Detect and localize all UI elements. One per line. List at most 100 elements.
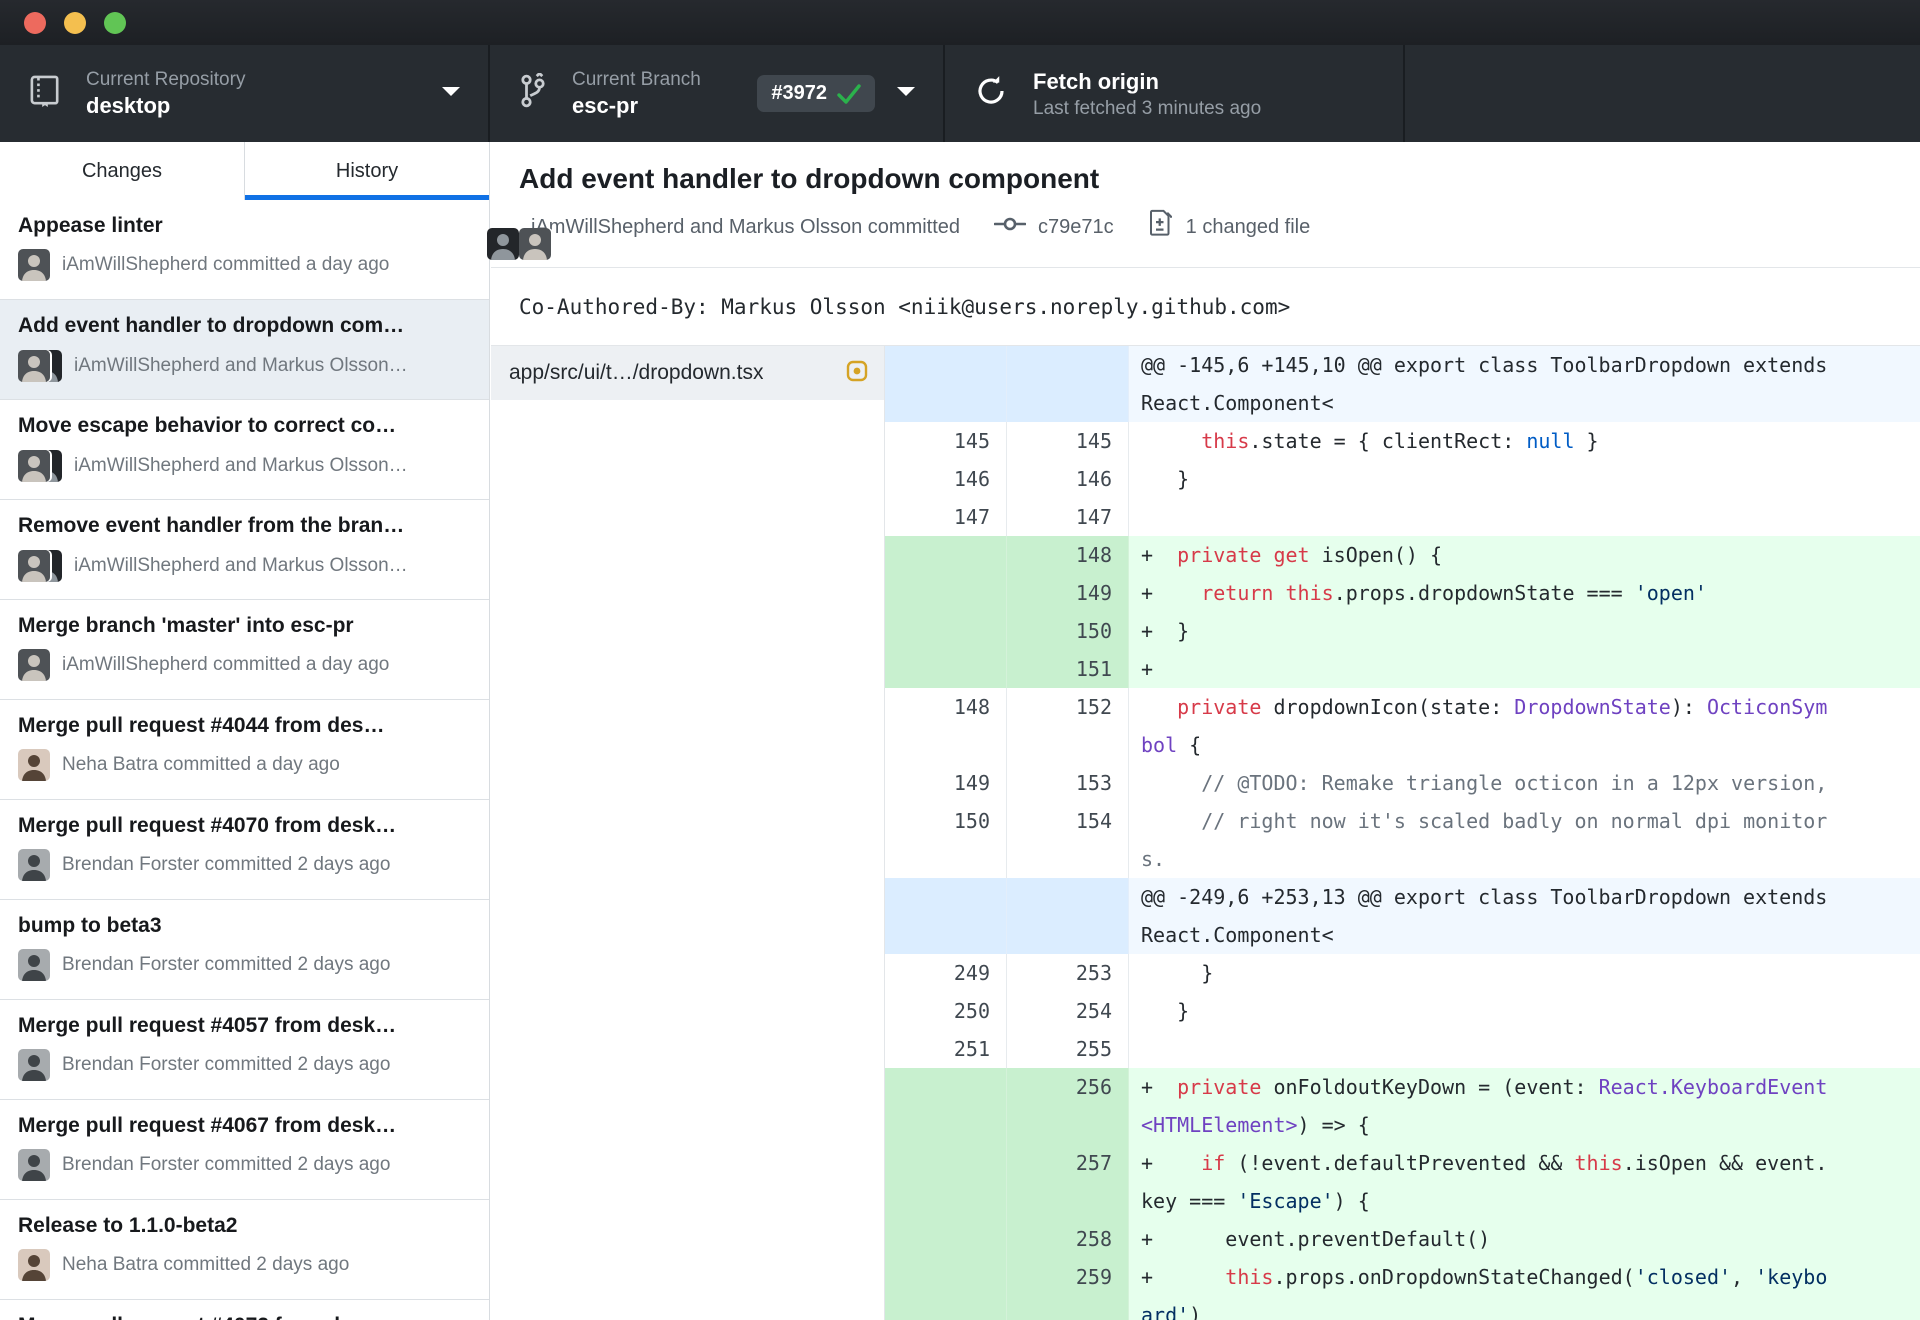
commit-item-title: Merge pull request #4057 from desk…: [18, 1014, 397, 1037]
diff-row: 148 152 private dropdownIcon(state: Dropd…: [885, 688, 1920, 764]
commit-item-byline: iAmWillShepherd and Markus Olsson…: [74, 455, 408, 476]
diff-row: 151 +: [885, 650, 1920, 688]
changed-files-count[interactable]: 1 changed file: [1186, 216, 1311, 239]
code-line: + }: [1129, 612, 1920, 650]
old-line-number: [885, 650, 1007, 688]
old-line-number: [885, 1144, 1007, 1220]
commit-list-item[interactable]: Move escape behavior to correct co… iAmWi…: [0, 400, 489, 500]
commit-list-item[interactable]: Add event handler to dropdown com… iAmWil…: [0, 300, 489, 400]
avatar-secondary: [487, 228, 519, 260]
old-line-number: 148: [885, 688, 1007, 764]
file-row[interactable]: app/src/ui/t…/dropdown.tsx: [491, 346, 884, 400]
old-line-number: 147: [885, 498, 1007, 536]
old-line-number: 146: [885, 460, 1007, 498]
close-button[interactable]: [24, 11, 46, 34]
new-line-number: 256: [1007, 1068, 1129, 1144]
new-line-number: 154: [1007, 802, 1129, 878]
old-line-number: 250: [885, 992, 1007, 1030]
titlebar: [0, 0, 1920, 45]
commit-list-item[interactable]: Release to 1.1.0-beta2 Neha Batra committ…: [0, 1200, 489, 1300]
modified-file-icon: [846, 360, 868, 387]
diff-row: 258 + event.preventDefault(): [885, 1220, 1920, 1258]
diff-row: 149 + return this.props.dropdownState ===…: [885, 574, 1920, 612]
toolbar: Current Repository desktop Current Branc…: [0, 45, 1920, 142]
diff-view: @@ -145,6 +145,10 @@ export class Toolba…: [885, 346, 1920, 1320]
tab-history[interactable]: History: [245, 142, 489, 200]
commit-list-item[interactable]: Merge pull request #4057 from desk… Brend…: [0, 1000, 489, 1100]
avatar: [18, 1149, 50, 1181]
fetch-title: Fetch origin: [1033, 68, 1159, 94]
commit-list-item[interactable]: Merge pull request #4072 from des…Brenda…: [0, 1300, 489, 1320]
commit-item-byline: Brendan Forster committed 2 days ago: [62, 1054, 391, 1075]
git-commit-icon: [993, 214, 1027, 240]
new-line-number: 151: [1007, 650, 1129, 688]
code-line: +: [1129, 650, 1920, 688]
code-line: + return this.props.dropdownState === 'o…: [1129, 574, 1920, 612]
old-line-number: 251: [885, 1030, 1007, 1068]
avatar-primary: [18, 450, 50, 482]
code-line: this.state = { clientRect: null }: [1201, 429, 1599, 453]
check-icon: [837, 83, 861, 104]
new-line-number: 149: [1007, 574, 1129, 612]
minimize-button[interactable]: [64, 11, 86, 34]
commit-byline: iAmWillShepherd and Markus Olsson commit…: [531, 215, 961, 238]
commit-item-byline: Brendan Forster committed 2 days ago: [62, 954, 391, 975]
commit-item-byline: iAmWillShepherd and Markus Olsson…: [74, 555, 408, 576]
code-line: @@ -145,6 +145,10 @@ export class Toolba…: [1129, 346, 1920, 422]
code-line: @@ -249,6 +253,13 @@ export class Toolba…: [1129, 878, 1920, 954]
pr-badge[interactable]: #3972: [757, 75, 875, 112]
commit-item-byline: Brendan Forster committed 2 days ago: [62, 1154, 391, 1175]
old-line-number: [885, 1258, 1007, 1320]
branch-label: Current Branch: [572, 68, 701, 90]
code-line: + event.preventDefault(): [1129, 1220, 1920, 1258]
commit-list-item[interactable]: Merge branch 'master' into esc-pr iAmWill…: [0, 600, 489, 700]
diff-row: 250 254 }: [885, 992, 1920, 1030]
diff-row: 149 153 // @TODO: Remake triangle octicon…: [885, 764, 1920, 802]
tab-changes[interactable]: Changes: [0, 142, 245, 200]
new-line-number: [1007, 346, 1129, 422]
diff-area: app/src/ui/t…/dropdown.tsx @@ -145,6 +14…: [491, 346, 1920, 1320]
commit-item-title: Remove event handler from the bran…: [18, 514, 405, 537]
commit-list-item[interactable]: Merge pull request #4070 from desk… Brend…: [0, 800, 489, 900]
commit-list-item[interactable]: bump to beta3 Brendan Forster committed 2…: [0, 900, 489, 1000]
git-branch-icon: [520, 71, 546, 114]
diff-row: 150 + }: [885, 612, 1920, 650]
new-line-number: 258: [1007, 1220, 1129, 1258]
diff-row: 256 + private onFoldoutKeyDown = (event: …: [885, 1068, 1920, 1144]
avatar: [18, 649, 50, 681]
branch-switcher-button[interactable]: Current Branch esc-pr #3972: [490, 45, 945, 142]
new-line-number: 152: [1007, 688, 1129, 764]
repo-label: Current Repository: [86, 68, 246, 90]
commit-description: Co-Authored-By: Markus Olsson <niik@user…: [491, 268, 1920, 346]
old-line-number: 150: [885, 802, 1007, 878]
commit-item-title: Appease linter: [18, 214, 163, 237]
new-line-number: 254: [1007, 992, 1129, 1030]
commit-list-item[interactable]: Merge pull request #4067 from desk… Brend…: [0, 1100, 489, 1200]
repository-switcher-button[interactable]: Current Repository desktop: [0, 45, 490, 142]
old-line-number: [885, 574, 1007, 612]
diff-row: 257 + if (!event.defaultPrevented && this…: [885, 1144, 1920, 1220]
new-line-number: 259: [1007, 1258, 1129, 1320]
branch-name: esc-pr: [572, 92, 639, 118]
commit-list-item[interactable]: Remove event handler from the bran… iAmWi…: [0, 500, 489, 600]
fetch-origin-button[interactable]: Fetch origin Last fetched 3 minutes ago: [945, 45, 1405, 142]
code-line: + this.props.onDropdownStateChanged('clo…: [1129, 1258, 1920, 1320]
code-line: // @TODO: Remake triangle octicon in a 1…: [1201, 771, 1828, 795]
commit-sha[interactable]: c79e71c: [1038, 216, 1114, 239]
zoom-button[interactable]: [104, 11, 126, 34]
commit-item-byline-row: Neha Batra committed 2 days ago: [18, 1249, 471, 1281]
commit-item-byline-row: iAmWillShepherd committed a day ago: [18, 649, 471, 681]
new-line-number: 147: [1007, 498, 1129, 536]
chevron-down-icon: [895, 84, 917, 103]
avatar: [18, 449, 62, 483]
avatar-primary: [18, 550, 50, 582]
fetch-subtitle: Last fetched 3 minutes ago: [1033, 97, 1262, 119]
code-line: private dropdownIcon(state: DropdownStat…: [1141, 695, 1828, 757]
commit-item-title: bump to beta3: [18, 914, 162, 937]
commit-list-item[interactable]: Appease linter iAmWillShepherd committed …: [0, 200, 489, 300]
pr-number: #3972: [771, 82, 827, 104]
commit-list-item[interactable]: Merge pull request #4044 from des… Neha B…: [0, 700, 489, 800]
